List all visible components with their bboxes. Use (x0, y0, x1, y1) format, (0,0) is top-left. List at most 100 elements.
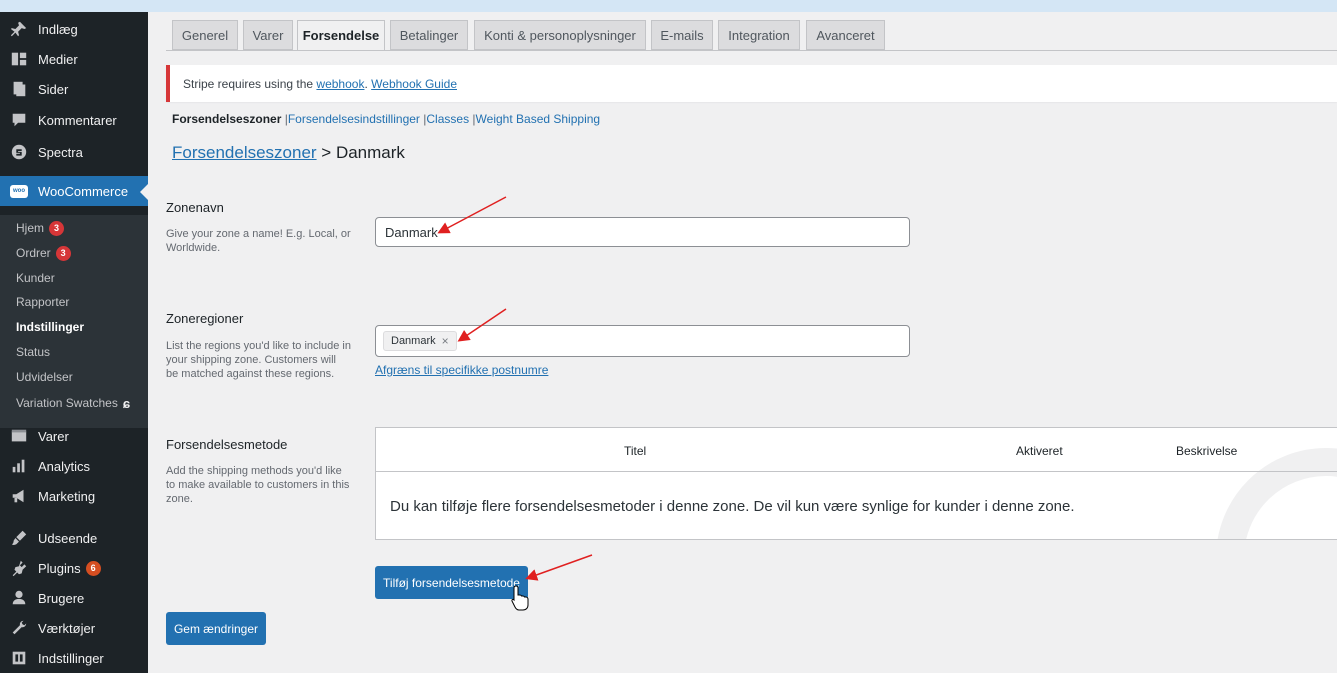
appearance-icon (0, 529, 38, 547)
sidebar-item-analytics[interactable]: Analytics (0, 451, 148, 481)
zone-regions-select[interactable]: Danmark × (375, 325, 910, 357)
subnav-classes[interactable]: Classes (426, 112, 469, 126)
active-indicator-arrow (140, 184, 148, 200)
sidebar-item-label: Indlæg (38, 21, 78, 37)
settings-icon (0, 649, 38, 667)
zone-regions-label: Zoneregioner (166, 311, 244, 326)
pin-icon (0, 20, 38, 38)
zone-name-label: Zonenavn (166, 200, 224, 215)
subnav-shipping-options[interactable]: Forsendelsesindstillinger (288, 112, 420, 126)
tab-integration[interactable]: Integration (718, 20, 800, 50)
submenu-item-customers[interactable]: Kunder (16, 267, 55, 289)
top-strip (0, 0, 1337, 12)
sidebar-item-label: Analytics (38, 458, 91, 474)
analytics-icon (0, 457, 38, 475)
media-icon (0, 50, 38, 68)
shipping-methods-label: Forsendelsesmetode (166, 437, 288, 452)
shipping-methods-description: Add the shipping methods you'd like to m… (166, 465, 350, 505)
breadcrumb-shipping-zones-link[interactable]: Forsendelseszoner (172, 143, 317, 162)
zone-name-input[interactable]: Danmark (375, 217, 910, 247)
tab-shipping[interactable]: Forsendelse (297, 20, 385, 51)
sidebar-item-label: WooCommerce (38, 183, 129, 199)
submenu-item-orders[interactable]: Ordrer 3 (16, 242, 71, 264)
sidebar-item-label: Medier (38, 51, 78, 67)
zone-regions-description: List the regions you'd like to include i… (166, 340, 351, 380)
products-icon (0, 427, 38, 445)
shipping-subnav: Forsendelseszoner |Forsendelsesindstilli… (172, 112, 600, 126)
comment-icon (0, 111, 38, 129)
region-chip-label: Danmark (391, 335, 436, 347)
submenu-item-label: Variation Swatches (16, 396, 118, 410)
tab-emails[interactable]: E-mails (651, 20, 713, 50)
add-shipping-method-button[interactable]: Tilføj forsendelsesmetode (375, 566, 528, 599)
page-title-zone: > Danmark (316, 143, 405, 162)
save-changes-button[interactable]: Gem ændringer (166, 612, 266, 645)
submenu-item-label: Ordrer (16, 246, 51, 260)
page-title: Forsendelseszoner > Danmark (172, 143, 405, 163)
tab-divider (166, 50, 1337, 51)
notice-separator: . (364, 76, 368, 91)
tab-advanced[interactable]: Avanceret (806, 20, 885, 50)
tab-products[interactable]: Varer (243, 20, 293, 50)
submenu-item-extensions[interactable]: Udvidelser (16, 366, 73, 388)
sidebar-item-media[interactable]: Medier (0, 44, 148, 74)
update-count-badge: 3 (49, 220, 65, 236)
marketing-icon (0, 487, 38, 505)
sidebar-item-label: Kommentarer (38, 112, 117, 128)
plugins-icon (0, 559, 38, 577)
remove-region-icon[interactable]: × (442, 334, 449, 348)
sidebar-item-settings[interactable]: Indstillinger (0, 643, 148, 673)
submenu-item-home[interactable]: Hjem 3 (16, 217, 65, 239)
column-title: Titel (624, 444, 647, 458)
submenu-item-settings[interactable]: Indstillinger (16, 316, 84, 338)
pages-icon (0, 80, 38, 98)
tools-icon (0, 619, 38, 637)
submenu-item-label: Udvidelser (16, 370, 73, 384)
tab-general[interactable]: Generel (172, 20, 238, 50)
empty-state-message: Du kan tilføje flere forsendelsesmetoder… (390, 497, 1075, 515)
subnav-weight-based-shipping[interactable]: Weight Based Shipping (476, 112, 601, 126)
table-header: Titel Aktiveret Beskrivelse (376, 428, 1337, 472)
sidebar-item-label: Udseende (38, 530, 98, 546)
submenu-item-status[interactable]: Status (16, 341, 50, 363)
column-enabled: Aktiveret (1016, 444, 1063, 458)
sidebar-item-label: Værktøjer (38, 620, 96, 636)
spectra-icon (0, 143, 38, 161)
submenu-item-variation-swatches[interactable]: Variation Swatches ɕ (16, 392, 130, 414)
sidebar-item-label: Plugins (38, 560, 81, 576)
users-icon (0, 589, 38, 607)
tab-accounts-privacy[interactable]: Konti & personoplysninger (474, 20, 646, 50)
region-chip: Danmark × (383, 331, 457, 351)
webhook-guide-link[interactable]: Webhook Guide (371, 77, 457, 91)
submenu-item-reports[interactable]: Rapporter (16, 291, 69, 313)
notice-text: Stripe requires using the (183, 76, 314, 91)
sidebar-item-pages[interactable]: Sider (0, 74, 148, 104)
sidebar-item-plugins[interactable]: Plugins 6 (0, 553, 148, 583)
admin-sidebar: Indlæg Medier Sider Kommentarer Spectra … (0, 12, 148, 673)
sidebar-item-label: Indstillinger (38, 650, 104, 666)
submenu-item-label: Status (16, 345, 51, 359)
sidebar-item-users[interactable]: Brugere (0, 583, 148, 613)
submenu-item-label: Rapporter (16, 295, 70, 309)
sidebar-item-appearance[interactable]: Udseende (0, 523, 148, 553)
sidebar-item-spectra[interactable]: Spectra (0, 137, 148, 167)
sidebar-item-comments[interactable]: Kommentarer (0, 105, 148, 135)
sidebar-item-woocommerce[interactable]: woo WooCommerce (0, 176, 148, 206)
zone-name-description: Give your zone a name! E.g. Local, or Wo… (166, 228, 351, 254)
limit-postcodes-link[interactable]: Afgræns til specifikke postnumre (375, 363, 548, 377)
submenu-item-label: Indstillinger (16, 320, 85, 334)
submenu-item-label: Hjem (16, 221, 45, 235)
swatches-icon: ɕ (122, 395, 131, 411)
annotation-arrow-add-method (525, 554, 593, 581)
sidebar-item-products[interactable]: Varer (0, 421, 148, 451)
sidebar-item-tools[interactable]: Værktøjer (0, 613, 148, 643)
subnav-shipping-zones[interactable]: Forsendelseszoner (172, 112, 281, 126)
stripe-webhook-notice: Stripe requires using the webhook. Webho… (166, 65, 1337, 102)
shipping-methods-table: Titel Aktiveret Beskrivelse Du kan tilfø… (375, 427, 1337, 540)
sidebar-item-posts[interactable]: Indlæg (0, 14, 148, 44)
sidebar-item-label: Spectra (38, 144, 83, 160)
webhook-link[interactable]: webhook (316, 77, 364, 91)
sidebar-item-marketing[interactable]: Marketing (0, 481, 148, 511)
sidebar-item-label: Brugere (38, 590, 85, 606)
tab-payments[interactable]: Betalinger (390, 20, 468, 50)
